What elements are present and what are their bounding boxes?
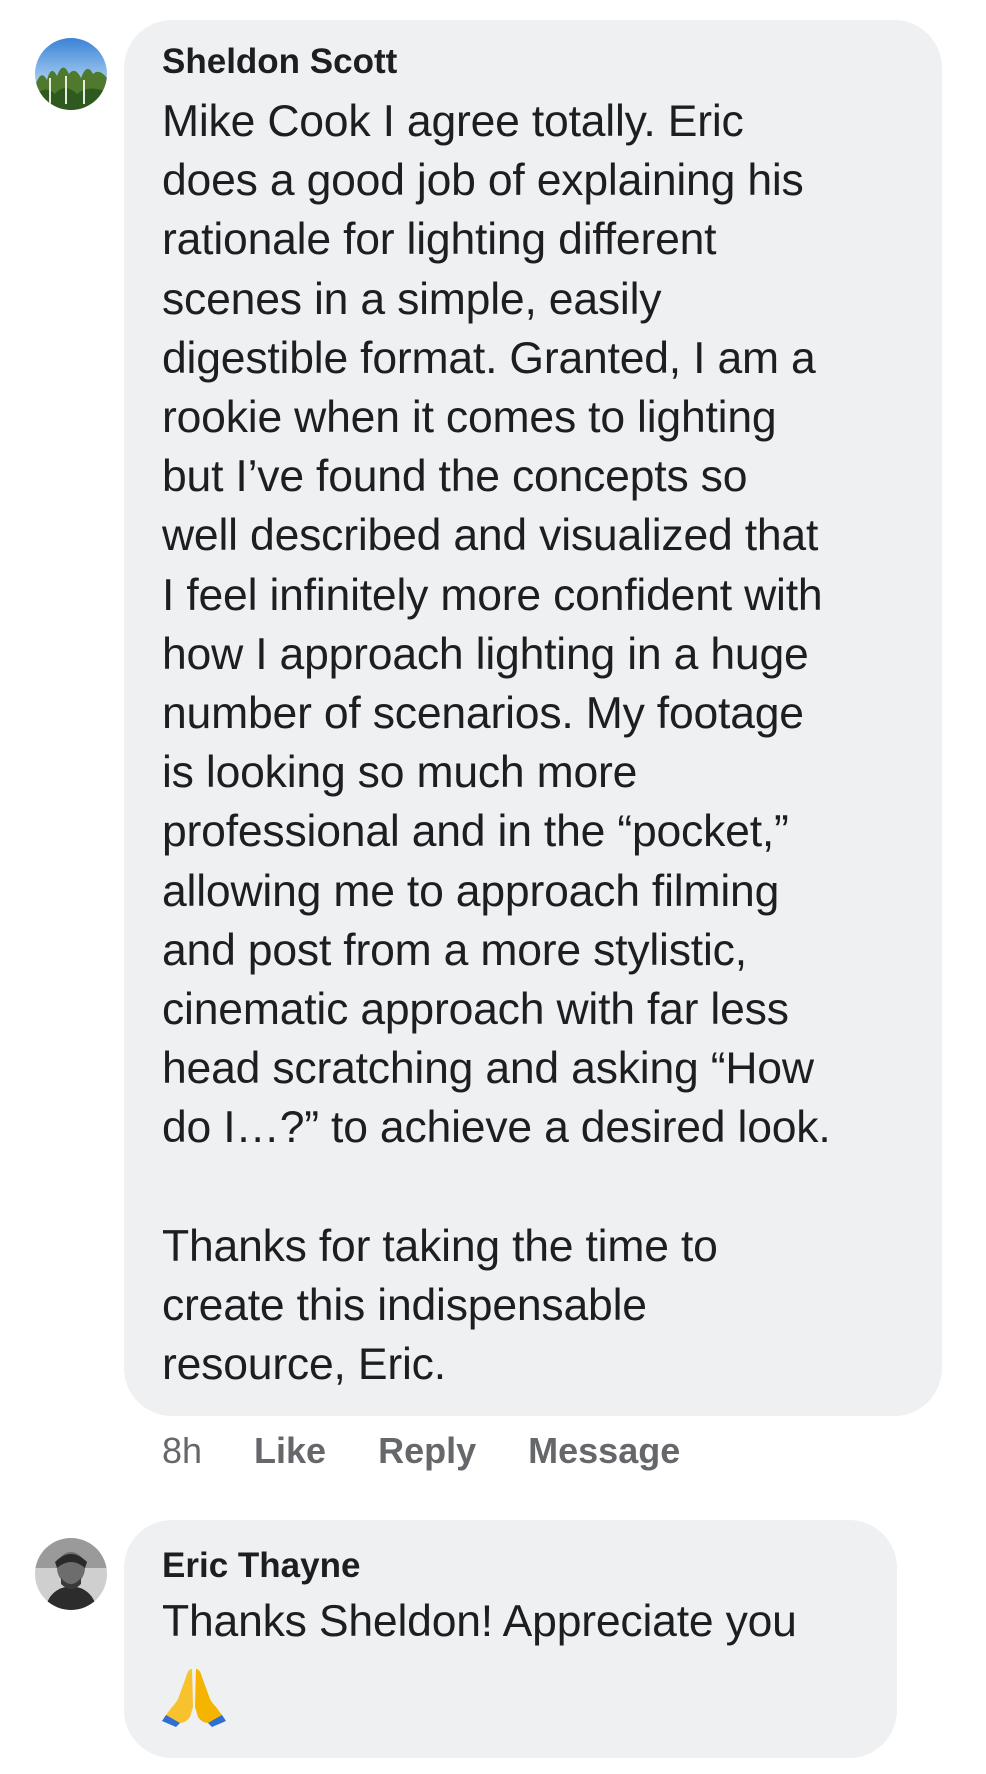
- comment-bubble[interactable]: Eric Thayne Thanks Sheldon! Appreciate y…: [124, 1520, 897, 1758]
- avatar[interactable]: [35, 1538, 107, 1610]
- like-button[interactable]: Like: [254, 1430, 326, 1472]
- emoji-row: [162, 1663, 867, 1728]
- profile-photo-icon: [35, 1538, 107, 1610]
- comment-bubble[interactable]: Sheldon Scott Mike Cook I agree totally.…: [124, 20, 942, 1416]
- comment-text: Mike Cook I agree totally. Eric does a g…: [162, 97, 831, 1390]
- comment-author[interactable]: Eric Thayne: [162, 1544, 867, 1588]
- profile-photo-icon: [35, 38, 107, 110]
- comment-text: Thanks Sheldon! Appreciate you: [162, 1597, 797, 1646]
- comment-actions: 8h Like Reply Message: [162, 1421, 732, 1481]
- reply-button[interactable]: Reply: [378, 1430, 476, 1472]
- comment-timestamp[interactable]: 8h: [162, 1430, 202, 1472]
- folded-hands-emoji-icon: [162, 1669, 226, 1728]
- avatar[interactable]: [35, 38, 107, 110]
- comment-author[interactable]: Sheldon Scott: [162, 40, 912, 84]
- message-button[interactable]: Message: [528, 1430, 680, 1472]
